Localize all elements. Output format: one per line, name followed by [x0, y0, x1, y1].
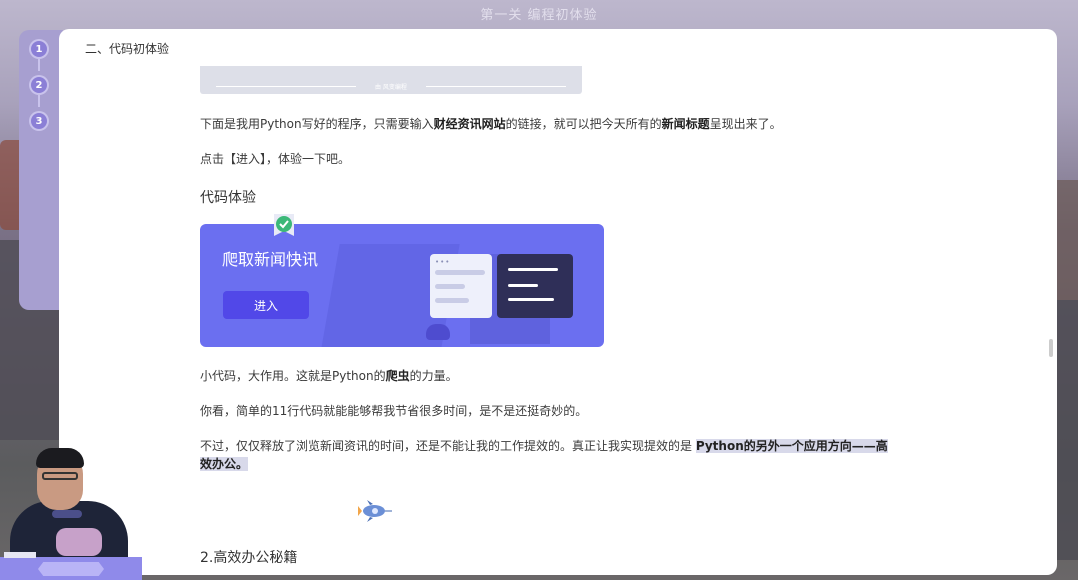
presenter-tag-label — [38, 562, 104, 576]
code-line — [508, 298, 554, 301]
presenter-video — [0, 446, 142, 580]
next-section-heading: 2.高效办公秘籍 — [200, 550, 298, 566]
intro-bold-site: 财经资讯网站 — [433, 117, 506, 131]
image-caption: 由 风变编程 — [375, 84, 407, 91]
intro-paragraph: 下面是我用Python写好的程序，只需要输入财经资讯网站的链接，就可以把今天所有… — [200, 115, 782, 133]
divider-line — [216, 86, 356, 87]
step-3[interactable]: 3 — [31, 113, 47, 129]
content-bar — [435, 284, 465, 289]
presenter-hair — [36, 448, 84, 468]
scrollbar-thumb[interactable] — [1049, 339, 1053, 357]
step-navigation: 1 2 3 — [19, 30, 63, 310]
highlight-text: 效办公。 — [200, 457, 249, 471]
divider-line — [426, 86, 566, 87]
step-1[interactable]: 1 — [31, 41, 47, 57]
background-decoration — [1054, 180, 1078, 300]
code-line — [508, 268, 558, 271]
step-2[interactable]: 2 — [31, 77, 47, 93]
paragraph-office: 不过，仅仅释放了浏览新闻资讯的时间，还是不能让我的工作提效的。真正让我实现提效的… — [200, 437, 920, 473]
background-decoration — [1054, 300, 1078, 560]
paragraph-crawler: 小代码，大作用。这就是Python的爬虫的力量。 — [200, 367, 458, 385]
code-line — [508, 284, 538, 287]
content-bar — [435, 270, 485, 275]
window-dots: ••• — [435, 258, 451, 266]
para-bold: 爬虫 — [385, 369, 410, 383]
para-text: 的力量。 — [409, 369, 458, 383]
window-title: 第一关 编程初体验 — [480, 8, 598, 23]
para-text: 小代码，大作用。这就是Python的 — [200, 369, 386, 383]
content-bar — [435, 298, 469, 303]
intro-text: 下面是我用Python写好的程序，只需要输入 — [200, 117, 434, 131]
check-badge-icon — [274, 214, 294, 236]
presenter-microphone — [52, 510, 82, 518]
step-connector — [38, 95, 40, 107]
prompt-paragraph: 点击【进入】，体验一下吧。 — [200, 152, 351, 166]
paragraph-efficiency: 你看，简单的11行代码就能能够帮我节省很多时间，是不是还挺奇妙的。 — [200, 404, 588, 418]
para-text: 不过，仅仅释放了浏览新闻资讯的时间，还是不能让我的工作提效的。真正让我实现提效的… — [200, 439, 696, 453]
card-title: 爬取新闻快讯 — [222, 250, 319, 269]
presenter-tag-accent — [4, 552, 36, 558]
code-window-illustration — [497, 254, 573, 318]
presenter-hands — [56, 528, 102, 556]
enter-button[interactable]: 进入 — [223, 291, 309, 319]
rocket-icon — [358, 500, 392, 522]
code-experience-heading: 代码体验 — [200, 190, 256, 206]
intro-text: 的链接，就可以把今天所有的 — [505, 117, 662, 131]
presenter-glasses — [42, 472, 78, 480]
highlight-text: Python的另外一个应用方向——高 — [695, 439, 888, 453]
intro-text: 呈现出来了。 — [709, 117, 782, 131]
code-experience-card[interactable]: 爬取新闻快讯 进入 ••• — [200, 224, 604, 347]
browser-illustration: ••• — [430, 254, 492, 318]
image-strip: 由 风变编程 — [200, 66, 582, 94]
mouse-icon — [426, 324, 450, 340]
section-heading: 二、代码初体验 — [85, 42, 170, 56]
step-connector — [38, 59, 40, 71]
content-card: 二、代码初体验 由 风变编程 下面是我用Python写好的程序，只需要输入财经资… — [59, 29, 1057, 575]
intro-bold-title: 新闻标题 — [661, 117, 710, 131]
